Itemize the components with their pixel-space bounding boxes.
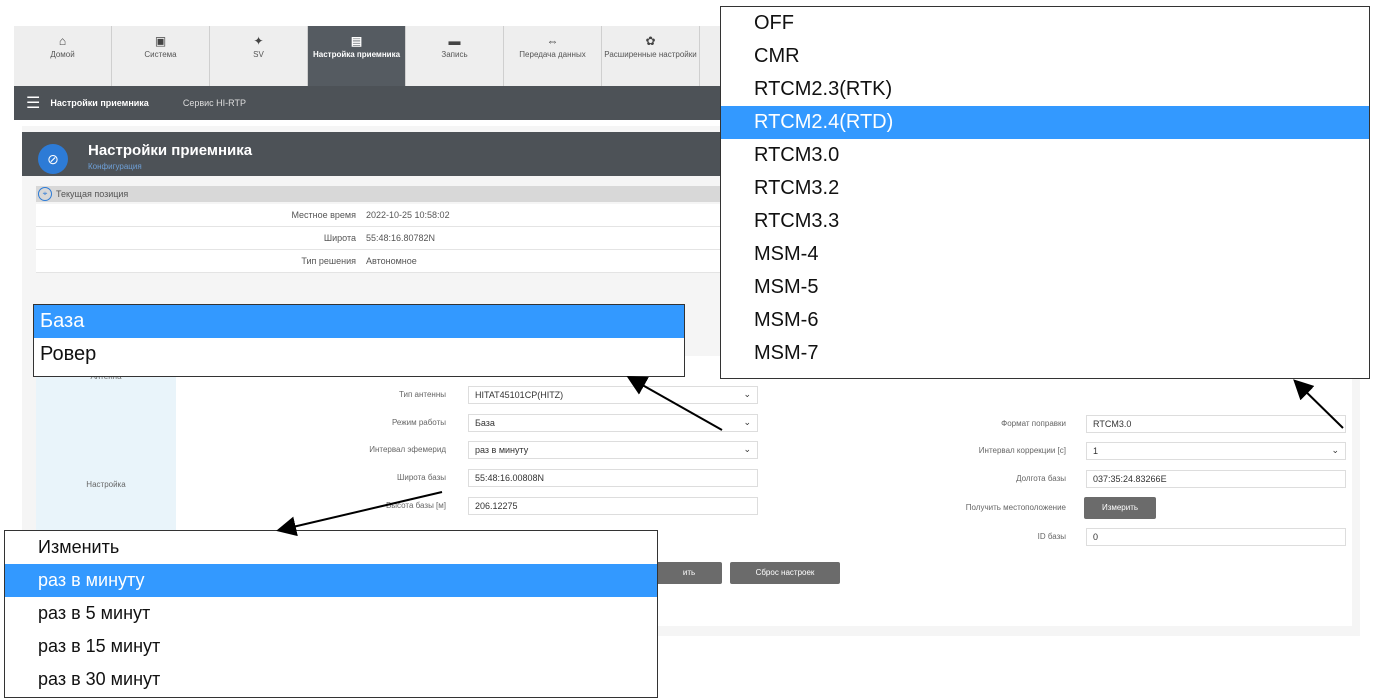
- arrow-to-format-dropdown: [1293, 379, 1344, 429]
- arrow-to-mode-dropdown: [626, 376, 723, 431]
- annotation-arrows: [276, 376, 1344, 537]
- arrow-to-interval-dropdown: [276, 491, 443, 537]
